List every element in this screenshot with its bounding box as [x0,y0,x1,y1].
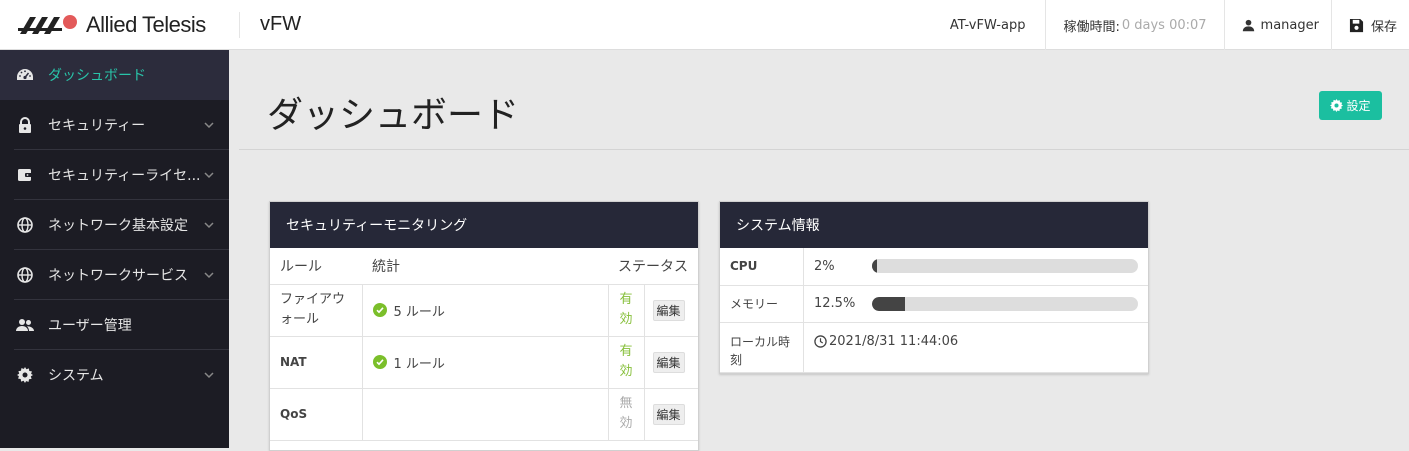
top-bar: Allied Telesis vFW AT-vFW-app 稼働時間: 0 da… [0,0,1409,50]
cpu-progress-bar [872,259,1138,274]
brand-logo[interactable]: Allied Telesis [0,11,240,38]
gear-icon [1330,99,1346,112]
system-info-card: システム情報 CPU 2% メモリー 12.5% ローカル時刻 2021/8/3… [719,201,1149,374]
cpu-progress-fill [872,259,878,274]
chevron-down-icon [202,168,216,182]
settings-button[interactable]: 設定 [1319,91,1382,120]
cpu-value: 2% [814,258,835,274]
sidebar-item-network-basic[interactable]: ネットワーク基本設定 [0,200,229,250]
security-monitoring-card: セキュリティーモニタリング ルール 統計 ステータス ファイアウォール 5 ルー… [269,201,699,451]
status-badge: 無効 [608,388,645,441]
edit-cell: 編集 [644,388,698,441]
table-row: ローカル時刻 2021/8/31 11:44:06 [720,322,1148,373]
memory-progress-bar [872,296,1138,311]
table-header-row: ルール 統計 ステータス [270,248,698,285]
table-row: メモリー 12.5% [720,285,1148,323]
save-button[interactable]: 保存 [1330,0,1409,50]
column-header-stats: 統計 [362,248,608,285]
uptime-label: 稼働時間: [1063,19,1120,35]
chevron-down-icon [202,118,216,132]
lock-icon [16,116,34,134]
wallet-icon [16,166,34,184]
edit-button[interactable]: 編集 [652,403,685,425]
edit-button[interactable]: 編集 [652,299,685,321]
settings-label: 設定 [1346,99,1371,113]
globe-icon [16,216,34,234]
memory-label: メモリー [720,285,804,323]
sidebar-item-network-services[interactable]: ネットワークサービス [0,250,229,300]
cpu-usage: 2% [803,248,1148,286]
card-title: セキュリティーモニタリング [270,202,698,248]
app-title: vFW [260,13,302,35]
edit-button[interactable]: 編集 [652,351,685,373]
edit-cell: 編集 [644,284,698,337]
table-row: CPU 2% [720,248,1148,286]
rule-stats [362,388,609,441]
rule-name: NAT [270,336,363,389]
rule-stats: 5 ルール [362,284,609,337]
memory-progress-fill [872,296,906,311]
memory-value: 12.5% [814,296,856,311]
sidebar-item-label: セキュリティー [48,118,146,134]
sidebar-item-dashboard[interactable]: ダッシュボード [0,50,229,100]
rule-name: ファイアウォール [270,284,363,337]
sidebar-item-security-license[interactable]: セキュリティーライセ... [0,150,229,200]
users-icon [16,316,34,334]
gear-icon [16,366,34,384]
table-row: ファイアウォール 5 ルール 有効 編集 [270,284,698,337]
column-header-status: ステータス [608,248,698,285]
table-row: NAT 1 ルール 有効 編集 [270,336,698,389]
security-table: ルール 統計 ステータス ファイアウォール 5 ルール 有効 編集 NAT 1 … [270,248,698,441]
globe-icon [16,266,34,284]
sidebar-item-label: セキュリティーライセ... [48,168,201,184]
memory-usage: 12.5% [803,285,1148,323]
device-name: AT-vFW-app [933,0,1046,50]
sidebar-item-system[interactable]: システム [0,350,216,400]
save-icon [1349,18,1364,33]
cpu-label: CPU [720,248,804,286]
sidebar-item-label: ネットワークサービス [48,268,188,284]
device-name-label: AT-vFW-app [949,17,1026,33]
card-title: システム情報 [720,202,1148,248]
local-time-value: 2021/8/31 11:44:06 [829,333,959,349]
main-content: ダッシュボード 設定 セキュリティーモニタリング ルール 統計 ステータス ファ… [229,50,1409,451]
title-divider [239,149,1409,150]
rule-count: 5 ルール [393,304,445,320]
status-badge: 有効 [608,284,645,337]
user-menu[interactable]: manager [1223,0,1331,50]
page-title: ダッシュボード [267,95,520,136]
clock-icon [814,335,827,348]
chevron-down-icon [202,368,216,382]
save-label: 保存 [1370,19,1397,35]
sidebar-item-security[interactable]: セキュリティー [0,100,229,150]
rule-stats: 1 ルール [362,336,609,389]
local-time-label: ローカル時刻 [720,322,804,373]
check-circle-icon [372,355,387,369]
dashboard-icon [16,66,34,84]
rule-count: 1 ルール [393,356,445,372]
sidebar-item-label: ダッシュボード [48,68,146,84]
column-header-rule: ルール [270,248,362,285]
local-time: 2021/8/31 11:44:06 [803,322,1148,373]
check-circle-icon [372,303,387,317]
user-name: manager [1260,17,1319,33]
brand-name: Allied Telesis [86,11,206,37]
sidebar-item-label: ユーザー管理 [48,318,132,334]
uptime-value: 0 days 00:07 [1121,17,1207,33]
system-info-table: CPU 2% メモリー 12.5% ローカル時刻 2021/8/31 11:44… [720,248,1148,373]
uptime: 稼働時間: 0 days 00:07 [1045,0,1223,50]
rule-name: QoS [270,388,363,441]
sidebar-item-label: システム [48,368,104,384]
chevron-down-icon [202,218,216,232]
table-row: QoS 無効 編集 [270,388,698,441]
sidebar: ダッシュボード セキュリティー セキュリティーライセ... ネットワーク基本設定… [0,50,229,448]
chevron-down-icon [202,268,216,282]
sidebar-item-user-management[interactable]: ユーザー管理 [0,300,229,350]
allied-telesis-logo-icon [18,14,82,36]
sidebar-item-label: ネットワーク基本設定 [48,218,188,234]
status-badge: 有効 [608,336,645,389]
user-icon [1242,19,1255,32]
edit-cell: 編集 [644,336,698,389]
